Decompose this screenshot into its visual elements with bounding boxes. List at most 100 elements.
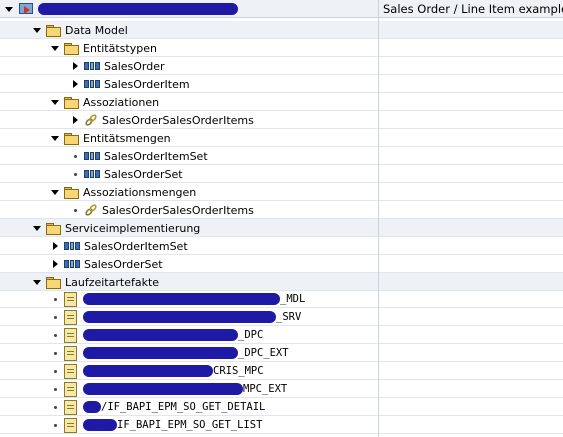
redacted-artifact-prefix <box>83 347 238 359</box>
tree-item-runtime-artifact[interactable]: /IF_BAPI_EPM_SO_GET_DETAIL <box>0 398 563 416</box>
redacted-artifact-prefix <box>83 365 213 377</box>
expand-toggle[interactable] <box>70 115 80 125</box>
node-label: Assoziationsmengen <box>83 185 197 199</box>
collapse-toggle[interactable] <box>32 277 42 287</box>
redacted-service-name <box>38 3 238 15</box>
tree-item-runtime-artifact[interactable]: _DPC <box>0 326 563 344</box>
tree-node-entity-sets[interactable]: Entitätsmengen <box>0 129 563 147</box>
node-label: Laufzeitartefakte <box>65 275 160 289</box>
tree-item-association[interactable]: SalesOrderSalesOrderItems <box>0 111 563 129</box>
folder-icon <box>46 222 61 235</box>
expand-toggle[interactable] <box>70 79 80 89</box>
tree-item-service-impl[interactable]: SalesOrderSet <box>0 255 563 273</box>
entity-set-icon <box>64 260 81 268</box>
leaf-bullet <box>70 151 80 161</box>
redacted-artifact-prefix <box>83 293 280 305</box>
folder-icon <box>64 42 79 55</box>
node-label: Entitätsmengen <box>83 131 171 145</box>
folder-icon <box>64 132 79 145</box>
tree-node-service-implementation[interactable]: Serviceimplementierung <box>0 219 563 237</box>
redacted-artifact-prefix <box>83 329 238 341</box>
node-label: SalesOrderSalesOrderItems <box>102 203 254 217</box>
node-label: MPC_EXT <box>243 383 288 395</box>
tree-item-service-impl[interactable]: SalesOrderItemSet <box>0 237 563 255</box>
collapse-toggle[interactable] <box>50 97 60 107</box>
folder-icon <box>46 276 61 289</box>
entity-type-icon <box>84 62 101 70</box>
tree-item-runtime-artifact[interactable]: IF_BAPI_EPM_SO_GET_LIST <box>0 416 563 434</box>
class-document-icon <box>64 399 77 415</box>
leaf-bullet <box>50 420 60 430</box>
class-document-icon <box>64 363 77 379</box>
leaf-bullet <box>50 330 60 340</box>
expand-toggle[interactable] <box>70 61 80 71</box>
node-label: _DPC <box>238 329 264 341</box>
expand-toggle[interactable] <box>50 259 60 269</box>
entity-type-icon <box>84 80 101 88</box>
column-divider[interactable] <box>378 0 379 437</box>
node-label: Serviceimplementierung <box>65 221 201 235</box>
tree-item-runtime-artifact[interactable]: MPC_EXT <box>0 380 563 398</box>
leaf-bullet <box>50 312 60 322</box>
tree-item-runtime-artifact[interactable]: _DPC_EXT <box>0 344 563 362</box>
redacted-artifact-prefix <box>83 419 117 431</box>
node-label: SalesOrderItemSet <box>84 239 188 253</box>
class-document-icon <box>64 345 77 361</box>
node-label: SalesOrder <box>104 59 165 73</box>
node-label: _SRV <box>276 311 302 323</box>
tree-node-runtime-artifacts[interactable]: Laufzeitartefakte <box>0 273 563 291</box>
node-label: Entitätstypen <box>83 41 157 55</box>
tree-item-runtime-artifact[interactable]: _MDL <box>0 290 563 308</box>
collapse-toggle[interactable] <box>4 4 14 14</box>
node-label: IF_BAPI_EPM_SO_GET_LIST <box>117 419 263 431</box>
entity-set-icon <box>64 242 81 250</box>
tree-node-associations[interactable]: Assoziationen <box>0 93 563 111</box>
class-document-icon <box>64 309 77 325</box>
collapse-toggle[interactable] <box>32 25 42 35</box>
entity-set-icon <box>84 170 101 178</box>
tree-item-association-set[interactable]: SalesOrderSalesOrderItems <box>0 201 563 219</box>
class-document-icon <box>64 417 77 433</box>
node-label: _DPC_EXT <box>238 347 289 359</box>
service-icon <box>18 2 34 16</box>
collapse-toggle[interactable] <box>50 187 60 197</box>
leaf-bullet <box>50 348 60 358</box>
node-label: SalesOrderItem <box>104 77 190 91</box>
leaf-bullet <box>70 205 80 215</box>
class-document-icon <box>64 327 77 343</box>
tree-header-row[interactable]: Sales Order / Line Item example <box>0 0 563 18</box>
redacted-artifact-prefix <box>83 311 276 323</box>
node-label: Data Model <box>65 23 128 37</box>
redacted-artifact-prefix <box>83 383 243 395</box>
folder-icon <box>46 24 61 37</box>
leaf-bullet <box>50 366 60 376</box>
node-label: SalesOrderSet <box>104 167 183 181</box>
collapse-toggle[interactable] <box>32 223 42 233</box>
tree-item-entity-set[interactable]: SalesOrderItemSet <box>0 147 563 165</box>
node-label: Assoziationen <box>83 95 160 109</box>
leaf-bullet <box>70 169 80 179</box>
folder-icon <box>64 186 79 199</box>
leaf-bullet <box>50 294 60 304</box>
tree-item-runtime-artifact[interactable]: CRIS_MPC <box>0 362 563 380</box>
association-link-icon <box>85 204 97 216</box>
service-description: Sales Order / Line Item example <box>383 2 563 16</box>
class-document-icon <box>64 291 77 307</box>
redacted-artifact-prefix <box>83 401 101 413</box>
tree-item-entity-set[interactable]: SalesOrderSet <box>0 165 563 183</box>
tree-item-entity-type[interactable]: SalesOrderItem <box>0 75 563 93</box>
leaf-bullet <box>50 402 60 412</box>
tree-node-association-sets[interactable]: Assoziationsmengen <box>0 183 563 201</box>
tree-node-entity-types[interactable]: Entitätstypen <box>0 39 563 57</box>
association-link-icon <box>85 114 97 126</box>
tree-item-runtime-artifact[interactable]: _SRV <box>0 308 563 326</box>
node-label: SalesOrderSalesOrderItems <box>102 113 254 127</box>
folder-icon <box>64 96 79 109</box>
tree-node-data-model[interactable]: Data Model <box>0 21 563 39</box>
collapse-toggle[interactable] <box>50 43 60 53</box>
tree-item-entity-type[interactable]: SalesOrder <box>0 57 563 75</box>
expand-toggle[interactable] <box>50 241 60 251</box>
leaf-bullet <box>50 384 60 394</box>
collapse-toggle[interactable] <box>50 133 60 143</box>
class-document-icon <box>64 381 77 397</box>
